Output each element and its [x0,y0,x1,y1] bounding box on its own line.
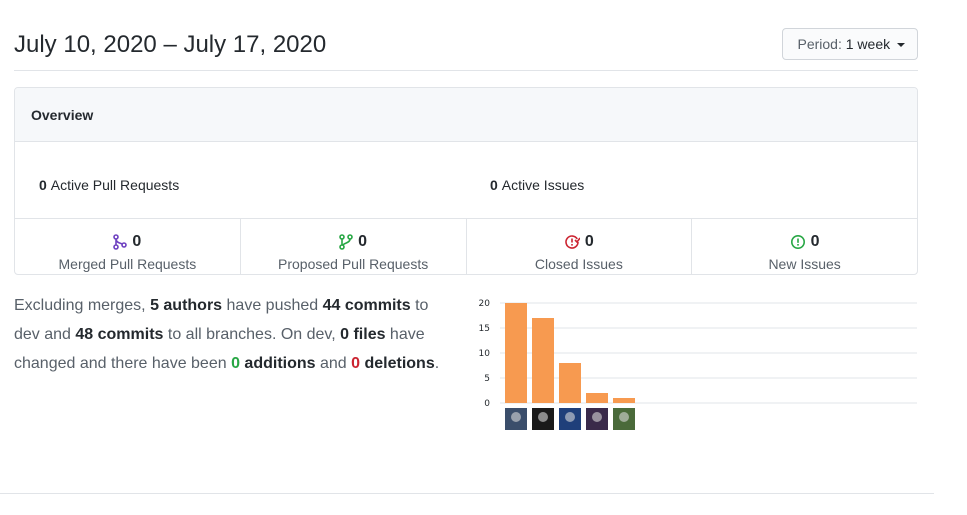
commit-bar[interactable] [559,363,581,403]
author-avatar[interactable] [613,408,635,430]
author-avatar[interactable] [586,408,608,430]
closed-issues-count: 0 [584,233,594,250]
summary-text: Excluding merges, [14,297,151,314]
commit-bar[interactable] [532,318,554,403]
closed-issues-stat[interactable]: 0 Closed Issues [467,219,693,274]
proposed-prs-count: 0 [358,233,368,250]
summary-text: have pushed [222,297,323,314]
y-tick-label: 20 [479,299,491,309]
summary-text: and [315,355,352,372]
divider [0,493,934,494]
commit-bar[interactable] [586,393,608,403]
period-select-button[interactable]: Period: 1 week [781,28,918,60]
files-changed-count: 0 files [340,326,386,343]
closed-issues-label: Closed Issues [534,256,623,272]
merged-prs-label: Merged Pull Requests [58,256,197,272]
active-issues-count: 0 [490,177,498,193]
issue-closed-icon [565,235,580,249]
period-value: 1 week [845,36,891,52]
commits-dev-count: 44 commits [322,297,411,314]
active-issues-label: Active Issues [501,177,585,193]
author-avatar[interactable] [559,408,581,430]
caret-down-icon [897,43,905,48]
period-header: July 10, 2020 – July 17, 2020 Period: 1 … [14,28,918,71]
new-issues-label: New Issues [768,256,841,272]
summary-text: . [434,355,440,372]
commit-bar[interactable] [613,398,635,403]
active-prs-count: 0 [39,177,47,193]
git-pull-request-icon [339,234,353,250]
y-tick-label: 10 [479,349,491,359]
merged-pull-requests-stat[interactable]: 0 Merged Pull Requests [15,219,241,274]
y-tick-label: 15 [479,324,490,334]
overview-title: Overview [15,88,917,142]
additions-count: 0 [231,355,240,372]
commits-all-count: 48 commits [75,326,164,343]
date-range-title: July 10, 2020 – July 17, 2020 [14,31,327,58]
additions-label: additions [239,355,316,372]
active-pull-requests-link[interactable]: 0 Active Pull Requests [39,177,179,193]
deletions-count: 0 [351,355,361,372]
active-issues-link[interactable]: 0 Active Issues [490,177,584,193]
commits-by-author-chart: 0 5 10 15 20 [479,299,917,430]
proposed-prs-label: Proposed Pull Requests [278,256,429,272]
commit-bar[interactable] [505,303,527,403]
y-tick-label: 0 [484,399,490,409]
period-label: Period: [797,36,842,52]
overview-stats-row: 0 Merged Pull Requests 0 Proposed Pull R… [15,219,917,274]
proposed-pull-requests-stat[interactable]: 0 Proposed Pull Requests [241,219,467,274]
new-issues-count: 0 [810,233,820,250]
merged-prs-count: 0 [132,233,142,250]
active-summary-row: 0 Active Pull Requests 0 Active Issues [15,142,917,219]
author-avatar[interactable] [505,408,527,430]
git-merge-icon [113,234,128,250]
deletions-label: deletions [360,355,435,372]
active-prs-label: Active Pull Requests [50,177,180,193]
new-issues-stat[interactable]: 0 New Issues [692,219,917,274]
summary-text: to all branches. On dev, [163,326,341,343]
y-tick-label: 5 [484,374,490,384]
overview-panel: Overview 0 Active Pull Requests 0 Active I… [14,87,918,275]
author-avatar[interactable] [532,408,554,430]
authors-count: 5 authors [150,297,223,314]
commit-summary: Excluding merges, 5 authors have pushed … [14,291,454,378]
issue-opened-icon [790,235,805,249]
